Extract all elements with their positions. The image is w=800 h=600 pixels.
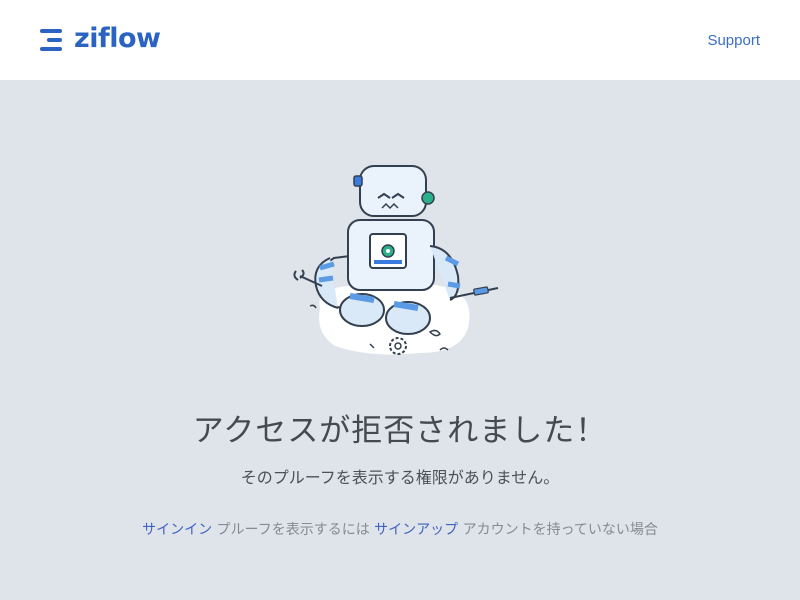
signup-link[interactable]: サインアップ — [374, 522, 458, 538]
signup-suffix: アカウントを持っていない場合 — [462, 522, 658, 538]
ziflow-logo-icon — [40, 29, 62, 51]
page-subtitle: そのプルーフを表示する権限がありません。 — [240, 468, 560, 487]
logo-text: ziflow — [74, 22, 161, 54]
signin-link[interactable]: サインイン — [142, 522, 212, 538]
top-header: ziflow Support — [0, 0, 800, 80]
page-title: アクセスが拒否されました！ — [192, 413, 608, 449]
auth-links: サインイン プルーフを表示するには サインアップ アカウントを持っていない場合 — [0, 519, 800, 539]
ziflow-logo[interactable]: ziflow — [40, 22, 161, 56]
support-link[interactable]: Support — [707, 32, 760, 49]
robot-repair-illustration — [293, 165, 499, 355]
signin-suffix: プルーフを表示するには — [216, 522, 370, 538]
access-denied-panel: アクセスが拒否されました！ そのプルーフを表示する権限がありません。 サインイン… — [0, 80, 800, 600]
